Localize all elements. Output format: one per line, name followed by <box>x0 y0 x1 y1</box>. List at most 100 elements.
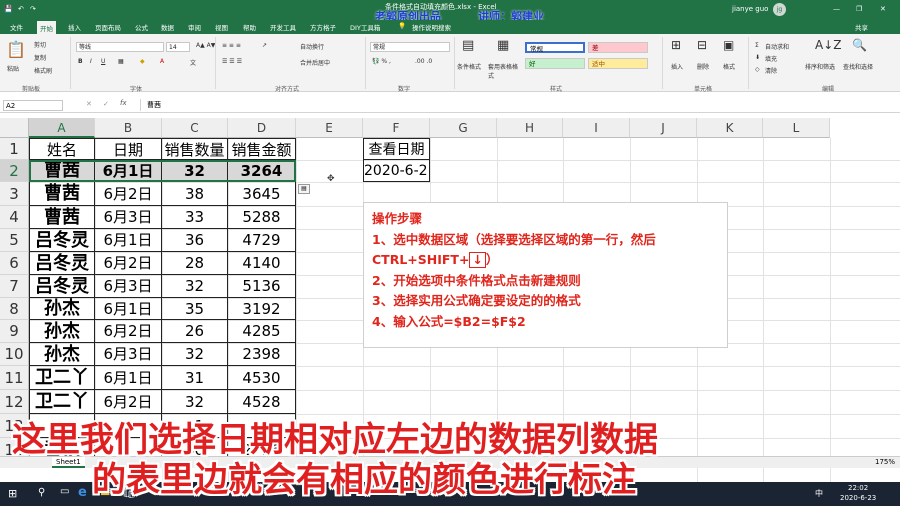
formula-input[interactable]: 曹茜 <box>140 99 895 111</box>
phonetic-button[interactable]: 文 <box>190 58 196 67</box>
grow-font-icon[interactable]: A▲ A▼ <box>196 42 215 49</box>
table-cell[interactable]: 5136 <box>228 275 296 298</box>
row-header-8[interactable]: 8 <box>0 298 29 320</box>
row-header-11[interactable]: 11 <box>0 366 29 390</box>
row-header-7[interactable]: 7 <box>0 275 29 298</box>
font-color-icon[interactable]: A <box>160 58 164 65</box>
column-header-l[interactable]: L <box>763 118 830 138</box>
style-neutral[interactable]: 适中 <box>588 58 648 69</box>
enter-formula-icon[interactable]: ✓ <box>103 100 109 108</box>
sort-filter-button[interactable]: 排序和筛选 <box>805 62 835 71</box>
table-cell[interactable]: 4530 <box>228 366 296 390</box>
table-cell[interactable]: 卫二丫 <box>29 366 95 390</box>
insert-cells-icon[interactable]: ⊞ <box>671 38 681 52</box>
number-format-select[interactable]: 常规 <box>370 42 450 52</box>
windows-start-icon[interactable]: ⊞ <box>8 487 17 500</box>
table-cell[interactable]: 4140 <box>228 252 296 275</box>
restore-button[interactable]: ❐ <box>856 5 862 13</box>
align-top-icon[interactable]: ≡ ≡ ≡ <box>222 42 241 49</box>
merge-center-button[interactable]: 合并后居中 <box>300 58 330 67</box>
redo-icon[interactable]: ↷ <box>30 5 36 13</box>
lookup-date-value[interactable]: 2020-6-2 <box>363 160 430 182</box>
task-view-icon[interactable]: ▭ <box>60 486 69 497</box>
italic-button[interactable]: I <box>90 58 92 65</box>
column-header-j[interactable]: J <box>630 118 697 138</box>
tab-data[interactable]: 数据 <box>161 22 174 32</box>
find-select-button[interactable]: 查找和选择 <box>843 62 873 71</box>
undo-icon[interactable]: ↶ <box>18 5 24 13</box>
row-header-10[interactable]: 10 <box>0 343 29 366</box>
table-cell[interactable]: 6月3日 <box>95 343 162 366</box>
table-cell[interactable]: 6月2日 <box>95 182 162 206</box>
table-cell[interactable]: 3645 <box>228 182 296 206</box>
name-box[interactable]: A2 <box>3 100 63 111</box>
table-cell[interactable]: 吕冬灵 <box>29 229 95 252</box>
cut-button[interactable]: 剪切 <box>34 40 46 49</box>
lookup-date-label[interactable]: 查看日期 <box>363 138 430 160</box>
style-good[interactable]: 好 <box>525 58 585 69</box>
format-cells-icon[interactable]: ▣ <box>723 38 734 52</box>
table-cell[interactable]: 孙杰 <box>29 343 95 366</box>
table-cell[interactable]: 28 <box>162 252 228 275</box>
table-cell[interactable]: 5288 <box>228 206 296 229</box>
font-size-select[interactable]: 14 <box>166 42 190 52</box>
row-header-1[interactable]: 1 <box>0 138 29 160</box>
paste-icon[interactable]: 📋 <box>6 40 26 59</box>
column-header-e[interactable]: E <box>296 118 363 138</box>
conditional-format-icon[interactable]: ▤ <box>462 38 474 53</box>
tab-help[interactable]: 帮助 <box>243 22 256 32</box>
style-bad[interactable]: 差 <box>588 42 648 53</box>
tab-review[interactable]: 审阅 <box>188 22 201 32</box>
table-cell[interactable]: 6月3日 <box>95 206 162 229</box>
decimal-icon[interactable]: .00 .0 <box>415 58 432 65</box>
tab-view[interactable]: 视图 <box>215 22 228 32</box>
table-header-cell[interactable]: 姓名 <box>29 138 95 160</box>
table-cell[interactable]: 孙杰 <box>29 298 95 320</box>
table-cell[interactable]: 孙杰 <box>29 320 95 343</box>
insert-cells-button[interactable]: 插入 <box>671 62 683 71</box>
bold-button[interactable]: B <box>78 58 83 65</box>
select-all-corner[interactable] <box>0 118 29 138</box>
table-cell[interactable]: 曹茜 <box>29 206 95 229</box>
clock-date[interactable]: 2020-6-23 <box>840 494 876 502</box>
copy-button[interactable]: 复制 <box>34 53 46 62</box>
table-cell[interactable]: 6月2日 <box>95 320 162 343</box>
table-cell[interactable]: 3192 <box>228 298 296 320</box>
autosum-button[interactable]: 自动求和 <box>765 42 789 51</box>
table-cell[interactable]: 2398 <box>228 343 296 366</box>
format-as-table-icon[interactable]: ▦ <box>497 38 509 53</box>
quick-analysis-icon[interactable]: ▤ <box>298 184 310 194</box>
table-header-cell[interactable]: 销售数量 <box>162 138 228 160</box>
edge-icon[interactable]: e <box>78 485 87 500</box>
row-header-4[interactable]: 4 <box>0 206 29 229</box>
find-select-icon[interactable]: 🔍 <box>852 38 867 52</box>
table-cell[interactable]: 6月1日 <box>95 366 162 390</box>
tab-insert[interactable]: 插入 <box>68 22 81 32</box>
tab-developer[interactable]: 开发工具 <box>270 22 296 32</box>
table-cell[interactable]: 卫二丫 <box>29 390 95 414</box>
format-as-table-button[interactable]: 套用表格格式 <box>488 62 522 80</box>
table-cell[interactable]: 吕冬灵 <box>29 275 95 298</box>
table-cell[interactable]: 35 <box>162 298 228 320</box>
table-cell[interactable]: 33 <box>162 206 228 229</box>
table-cell[interactable]: 32 <box>162 343 228 366</box>
autosum-icon[interactable]: Σ <box>755 42 759 49</box>
row-header-12[interactable]: 12 <box>0 390 29 414</box>
conditional-format-button[interactable]: 条件格式 <box>457 62 481 71</box>
tab-formulas[interactable]: 公式 <box>135 22 148 32</box>
column-header-b[interactable]: B <box>95 118 162 138</box>
format-cells-button[interactable]: 格式 <box>723 62 735 71</box>
table-cell[interactable]: 吕冬灵 <box>29 252 95 275</box>
table-header-cell[interactable]: 销售金额 <box>228 138 296 160</box>
align-left-icon[interactable]: ☰ ☰ ☰ <box>222 58 242 65</box>
column-header-i[interactable]: I <box>563 118 630 138</box>
table-cell[interactable]: 6月2日 <box>95 390 162 414</box>
column-header-c[interactable]: C <box>162 118 228 138</box>
column-header-k[interactable]: K <box>697 118 763 138</box>
style-normal[interactable]: 常规 <box>525 42 585 53</box>
column-header-h[interactable]: H <box>497 118 563 138</box>
paste-button[interactable]: 粘贴 <box>7 64 19 73</box>
tab-fangfang[interactable]: 方方格子 <box>310 22 336 32</box>
close-button[interactable]: ✕ <box>880 5 886 13</box>
avatar[interactable]: jg <box>773 3 786 16</box>
